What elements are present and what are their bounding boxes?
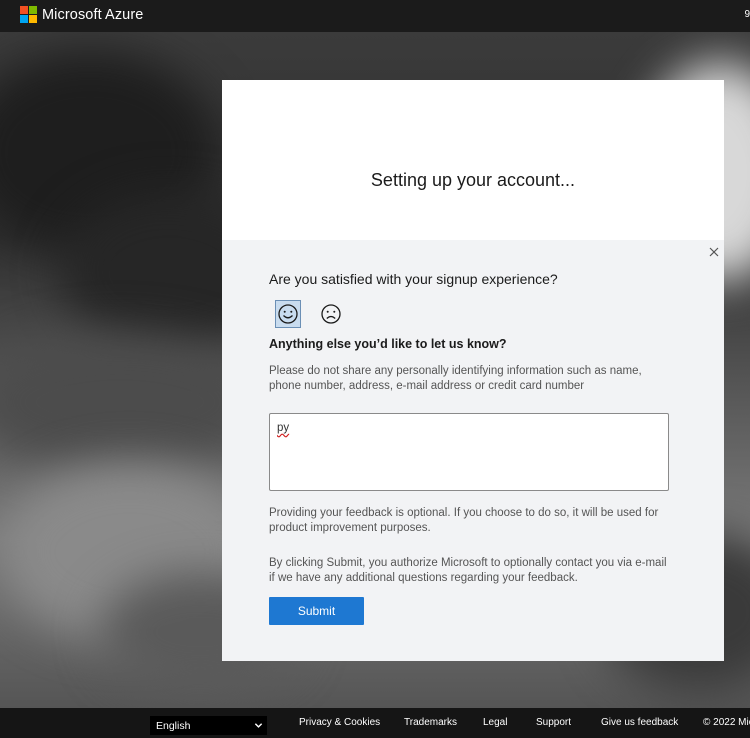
- feedback-panel: Are you satisfied with your signup exper…: [222, 240, 724, 661]
- footer-link-legal[interactable]: Legal: [483, 717, 507, 728]
- logo-square-blue: [20, 15, 28, 23]
- logo-square-green: [29, 6, 37, 14]
- consent-note: By clicking Submit, you authorize Micros…: [269, 557, 667, 584]
- unsatisfied-button[interactable]: [318, 300, 344, 328]
- logo-square-red: [20, 6, 28, 14]
- footer: English Privacy & Cookies Trademarks Leg…: [0, 708, 750, 738]
- followup-question: Anything else you’d like to let us know?: [269, 337, 507, 351]
- close-icon[interactable]: [707, 245, 721, 259]
- satisfaction-question: Are you satisfied with your signup exper…: [269, 271, 558, 287]
- footer-link-trademarks[interactable]: Trademarks: [404, 717, 457, 728]
- optional-note: Providing your feedback is optional. If …: [269, 507, 659, 534]
- account-setup-dialog: Setting up your account... Are you satis…: [222, 80, 724, 661]
- frown-face-icon: [321, 304, 341, 324]
- footer-link-support[interactable]: Support: [536, 717, 571, 728]
- microsoft-logo-icon: [20, 6, 37, 23]
- feedback-textarea[interactable]: py: [269, 413, 669, 491]
- footer-link-feedback[interactable]: Give us feedback: [601, 717, 678, 728]
- brand[interactable]: Microsoft Azure: [20, 6, 143, 23]
- feedback-text: py: [277, 422, 290, 434]
- logo-square-yellow: [29, 15, 37, 23]
- chevron-down-icon: [254, 723, 263, 728]
- language-value: English: [156, 719, 191, 732]
- privacy-note: Please do not share any personally ident…: [269, 365, 642, 392]
- satisfied-button[interactable]: [275, 300, 301, 328]
- copyright: © 2022 Mic: [703, 717, 750, 728]
- footer-link-privacy[interactable]: Privacy & Cookies: [299, 717, 380, 728]
- submit-button[interactable]: Submit: [269, 597, 364, 625]
- dialog-title: Setting up your account...: [370, 170, 576, 190]
- smiley-face-icon: [278, 304, 298, 324]
- brand-name: Microsoft Azure: [42, 6, 144, 23]
- language-select[interactable]: English: [150, 716, 267, 735]
- top-bar: Microsoft Azure 9: [0, 0, 750, 32]
- top-bar-right-text: 9: [744, 9, 750, 20]
